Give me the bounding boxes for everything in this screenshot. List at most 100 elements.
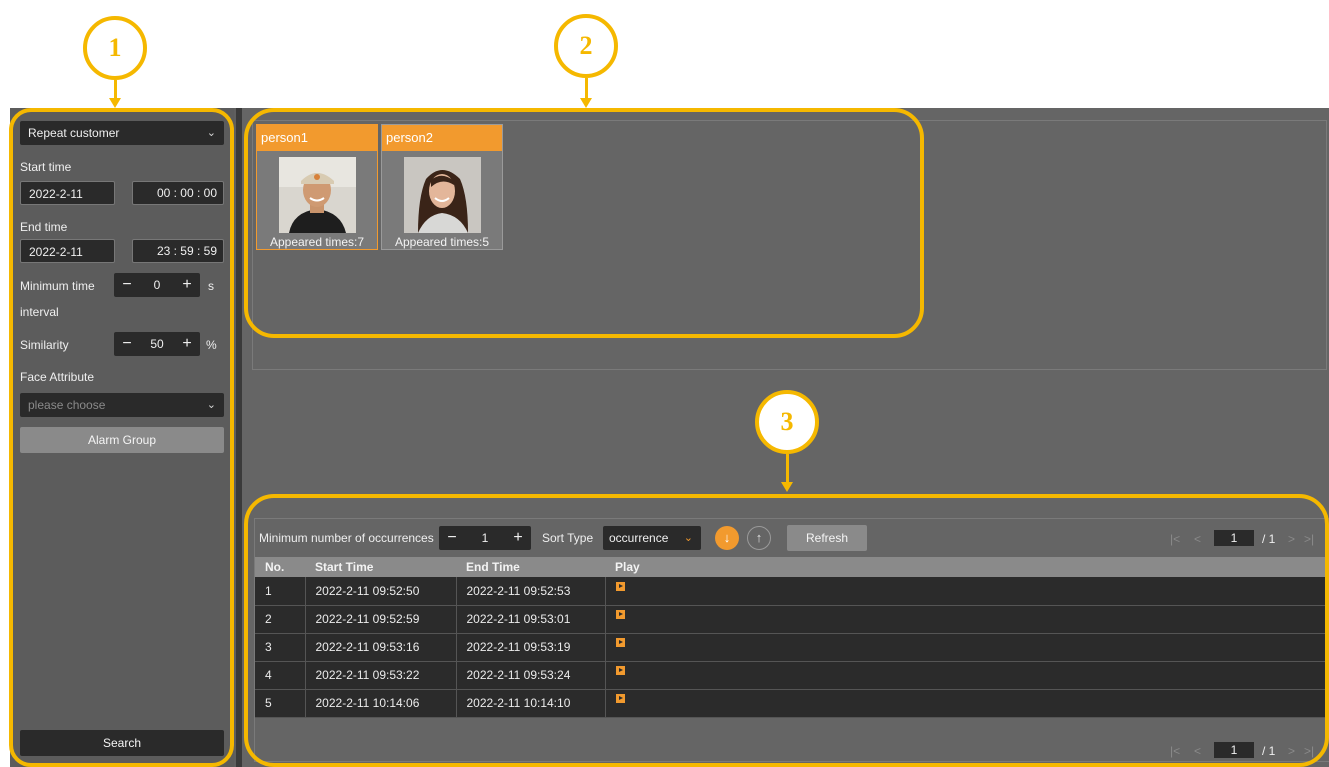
- row-start-time: 2022-2-11 09:53:16: [305, 633, 457, 662]
- face-attribute-select[interactable]: please choose ⌄: [20, 393, 224, 417]
- row-end-time: 2022-2-11 09:53:19: [456, 633, 606, 662]
- refresh-button[interactable]: Refresh: [787, 525, 867, 551]
- app-window: Repeat customer ⌄ Start time 2022-2-11 0…: [10, 108, 1329, 767]
- row-start-time: 2022-2-11 09:52:50: [305, 577, 457, 606]
- table-row[interactable]: 5 2022-2-11 10:14:06 2022-2-11 10:14:10: [255, 689, 1329, 718]
- search-button[interactable]: Search: [20, 730, 224, 756]
- min-interval-stepper[interactable]: − 0 +: [114, 273, 200, 297]
- last-page-button[interactable]: >|: [1304, 744, 1314, 758]
- appeared-times: Appeared times:5: [394, 235, 490, 249]
- prev-page-button[interactable]: <: [1194, 532, 1201, 546]
- bottom-pager: |< < 1 / 1 > >|: [1170, 741, 1320, 761]
- occurrence-results: Minimum number of occurrences − 1 + Sort…: [254, 518, 1329, 762]
- person-name: person2: [382, 125, 502, 151]
- first-page-button[interactable]: |<: [1170, 532, 1180, 546]
- face-attribute-placeholder: please choose: [28, 398, 106, 412]
- sort-descending-button[interactable]: ↓: [715, 526, 739, 550]
- min-occurrences-stepper[interactable]: − 1 +: [439, 526, 531, 550]
- sort-type-value: occurrence: [609, 531, 669, 545]
- end-time-field[interactable]: 23 : 59 : 59: [132, 239, 224, 263]
- annotation-2-arrow: [585, 78, 588, 100]
- prev-page-button[interactable]: <: [1194, 744, 1201, 758]
- person-card[interactable]: person1 Appeared times:7: [256, 124, 378, 250]
- mode-select-value: Repeat customer: [28, 126, 120, 140]
- table-row[interactable]: 3 2022-2-11 09:53:16 2022-2-11 09:53:19: [255, 633, 1329, 662]
- annotation-2-badge: 2: [554, 14, 618, 78]
- row-start-time: 2022-2-11 09:52:59: [305, 605, 457, 634]
- increment-button[interactable]: +: [180, 273, 194, 297]
- page-input[interactable]: 1: [1214, 742, 1254, 758]
- chevron-down-icon: ⌄: [206, 399, 216, 411]
- mode-select[interactable]: Repeat customer ⌄: [20, 121, 224, 145]
- start-date-field[interactable]: 2022-2-11: [20, 181, 115, 205]
- table-row[interactable]: 4 2022-2-11 09:53:22 2022-2-11 09:53:24: [255, 661, 1329, 690]
- similarity-stepper[interactable]: − 50 +: [114, 332, 200, 356]
- row-end-time: 2022-2-11 09:53:01: [456, 605, 606, 634]
- row-start-time: 2022-2-11 09:53:22: [305, 661, 457, 690]
- min-interval-label: Minimum time: [20, 279, 95, 293]
- sort-ascending-button[interactable]: ↑: [747, 526, 771, 550]
- row-number: 2: [255, 605, 306, 634]
- min-interval-value[interactable]: 0: [154, 278, 161, 292]
- similarity-value[interactable]: 50: [150, 337, 163, 351]
- min-interval-unit: s: [208, 279, 214, 293]
- column-header: Play: [605, 557, 1329, 577]
- appeared-times: Appeared times:7: [269, 235, 365, 249]
- row-play: [605, 661, 1329, 690]
- row-number: 5: [255, 689, 306, 718]
- first-page-button[interactable]: |<: [1170, 744, 1180, 758]
- row-play: [605, 577, 1329, 606]
- last-page-button[interactable]: >|: [1304, 532, 1314, 546]
- next-page-button[interactable]: >: [1288, 532, 1295, 546]
- person-photo: [279, 157, 356, 233]
- end-time-label: End time: [20, 220, 68, 234]
- annotation-1-arrowhead: [109, 98, 121, 108]
- start-time-field[interactable]: 00 : 00 : 00: [132, 181, 224, 205]
- play-icon[interactable]: [615, 610, 625, 619]
- table-row[interactable]: 2 2022-2-11 09:52:59 2022-2-11 09:53:01: [255, 605, 1329, 634]
- start-time-label: Start time: [20, 160, 72, 174]
- play-icon[interactable]: [615, 666, 625, 675]
- annotation-1-arrow: [114, 80, 117, 100]
- similarity-unit: %: [206, 338, 217, 352]
- annotation-3-arrow: [786, 454, 789, 484]
- table-row[interactable]: 1 2022-2-11 09:52:50 2022-2-11 09:52:53: [255, 577, 1329, 606]
- min-occurrences-value[interactable]: 1: [482, 531, 489, 545]
- page-total: / 1: [1262, 532, 1276, 546]
- decrement-button[interactable]: −: [120, 332, 134, 356]
- sort-type-select[interactable]: occurrence ⌄: [603, 526, 701, 550]
- decrement-button[interactable]: −: [120, 273, 134, 297]
- row-play: [605, 605, 1329, 634]
- row-play: [605, 689, 1329, 718]
- page-input[interactable]: 1: [1214, 530, 1254, 546]
- end-date-field[interactable]: 2022-2-11: [20, 239, 115, 263]
- annotation-3-badge: 3: [755, 390, 819, 454]
- min-occurrences-label: Minimum number of occurrences: [259, 531, 434, 545]
- table-header-row: No. Start Time End Time Play: [255, 557, 1329, 577]
- min-interval-label-cont: interval: [20, 305, 59, 319]
- column-header: End Time: [456, 557, 605, 577]
- next-page-button[interactable]: >: [1288, 744, 1295, 758]
- face-attribute-label: Face Attribute: [20, 370, 95, 384]
- decrement-button[interactable]: −: [445, 526, 459, 550]
- occurrence-table: No. Start Time End Time Play 1 2022-2-11…: [255, 557, 1329, 718]
- row-end-time: 2022-2-11 09:52:53: [456, 577, 606, 606]
- alarm-group-button[interactable]: Alarm Group: [20, 427, 224, 453]
- row-start-time: 2022-2-11 10:14:06: [305, 689, 457, 718]
- increment-button[interactable]: +: [511, 526, 525, 550]
- similarity-label: Similarity: [20, 338, 69, 352]
- column-header: No.: [255, 557, 305, 577]
- annotation-3-arrowhead: [781, 482, 793, 492]
- results-toolbar: Minimum number of occurrences − 1 + Sort…: [255, 523, 1329, 553]
- column-header: Start Time: [305, 557, 456, 577]
- increment-button[interactable]: +: [180, 332, 194, 356]
- play-icon[interactable]: [615, 694, 625, 703]
- person-card[interactable]: person2 Appeared times:5: [381, 124, 503, 250]
- row-number: 3: [255, 633, 306, 662]
- play-icon[interactable]: [615, 638, 625, 647]
- play-icon[interactable]: [615, 581, 625, 591]
- row-number: 4: [255, 661, 306, 690]
- top-pager: |< < 1 / 1 > >|: [1170, 529, 1320, 549]
- sort-type-label: Sort Type: [542, 531, 594, 545]
- chevron-down-icon: ⌄: [206, 127, 216, 139]
